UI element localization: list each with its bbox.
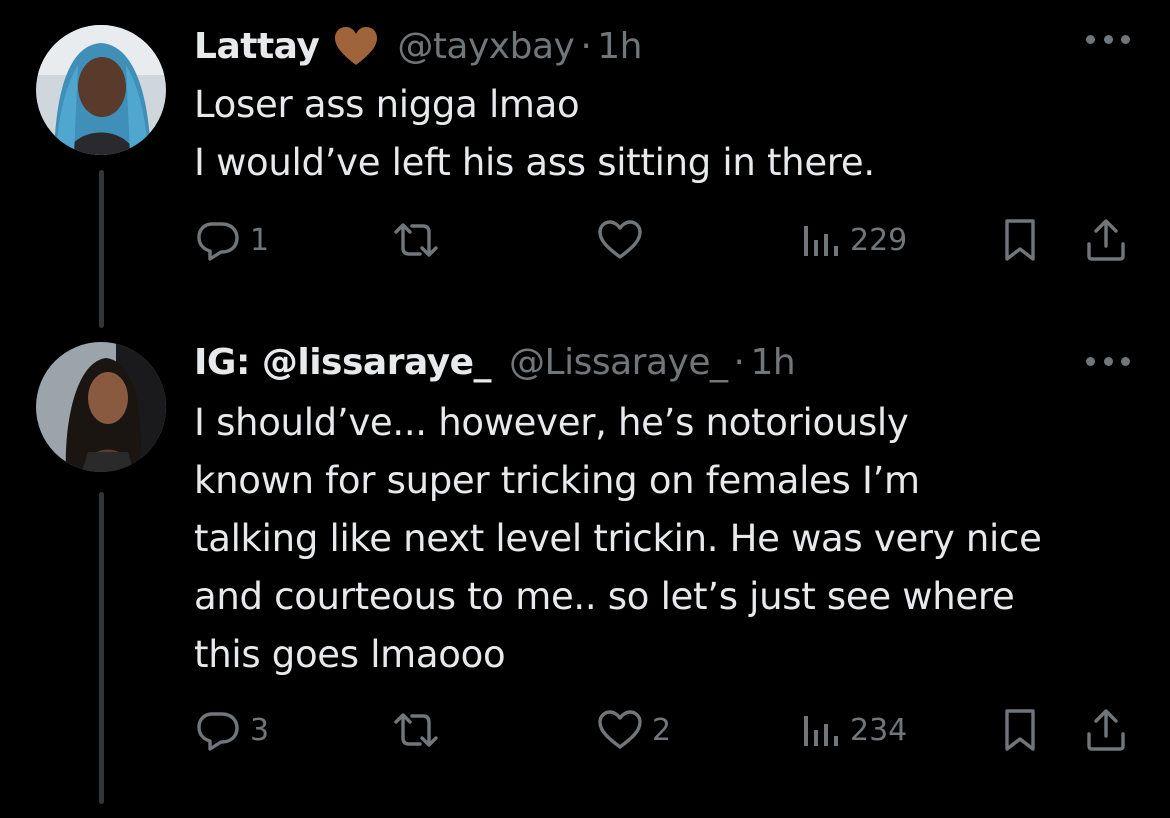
share-icon [1087,219,1125,261]
tweet-text-line: I would’ve left his ass sitting in there… [194,141,875,184]
avatar[interactable] [36,25,166,155]
handle[interactable]: @tayxbay [397,26,575,67]
more-options-icon[interactable] [1086,32,1130,46]
like-count: 2 [652,712,672,748]
like-icon [598,220,642,259]
tweet-2[interactable]: IG: @lissaraye_ @Lissaraye_ · 1h I shoul… [0,320,1170,818]
display-name[interactable]: Lattay [194,26,320,67]
tweet-text: Loser ass nigga lmao I would’ve left his… [194,76,1134,192]
tweet-1[interactable]: Lattay @tayxbay · 1h Loser ass nigga lma… [0,0,1170,328]
view-count: 229 [850,222,908,258]
tweet-text-line: this goes lmaooo [194,633,506,676]
action-bar: 1 229 [194,216,1134,264]
avatar[interactable] [36,342,166,472]
tweet-text-line: I should’ve... however, he’s notoriously [194,401,909,444]
tweet-text-line: talking like next level trickin. He was … [194,517,1042,560]
retweet-button[interactable] [390,216,450,264]
share-button[interactable] [1082,216,1130,264]
reply-button[interactable]: 3 [194,706,269,754]
views-button[interactable]: 234 [798,706,907,754]
timestamp[interactable]: 1h [750,342,795,383]
view-count: 234 [850,712,908,748]
reply-icon [197,222,239,261]
retweet-button[interactable] [390,706,450,754]
views-button[interactable]: 229 [798,216,907,264]
tweet-text-line: and courteous to me.. so let’s just see … [194,575,1015,618]
share-icon [1087,709,1125,751]
tweet-text: I should’ve... however, he’s notoriously… [194,394,1134,684]
display-name[interactable]: IG: @lissaraye_ [194,342,492,383]
bookmark-icon [1005,709,1035,751]
bookmark-icon [1005,219,1035,261]
reply-count: 1 [250,222,270,258]
like-button[interactable]: 2 [596,706,671,754]
action-bar: 3 2 234 [194,706,1134,754]
tweet-text-line: known for super tricking on females I’m [194,459,920,502]
tweet-text-line: Loser ass nigga lmao [194,83,580,126]
avatar-image [36,25,166,155]
reply-icon [197,712,239,751]
more-options-icon[interactable] [1086,354,1130,368]
retweet-icon [394,223,438,257]
handle[interactable]: @Lissaraye_ [509,342,728,383]
separator-dot: · [733,341,745,383]
tweet-header: Lattay @tayxbay · 1h [194,18,643,74]
like-icon [598,710,642,749]
separator-dot: · [580,25,592,67]
avatar-image [36,342,166,472]
thread-line [99,492,104,804]
reply-button[interactable]: 1 [194,216,269,264]
like-button[interactable] [596,216,652,264]
reply-count: 3 [250,712,270,748]
timestamp[interactable]: 1h [597,26,642,67]
thread-line [99,170,104,328]
bookmark-button[interactable] [998,216,1042,264]
share-button[interactable] [1082,706,1130,754]
bookmark-button[interactable] [998,706,1042,754]
tweet-header: IG: @lissaraye_ @Lissaraye_ · 1h [194,334,796,390]
views-icon [804,226,838,256]
views-icon [804,716,838,746]
brown-heart-icon [333,25,379,67]
retweet-icon [394,713,438,747]
